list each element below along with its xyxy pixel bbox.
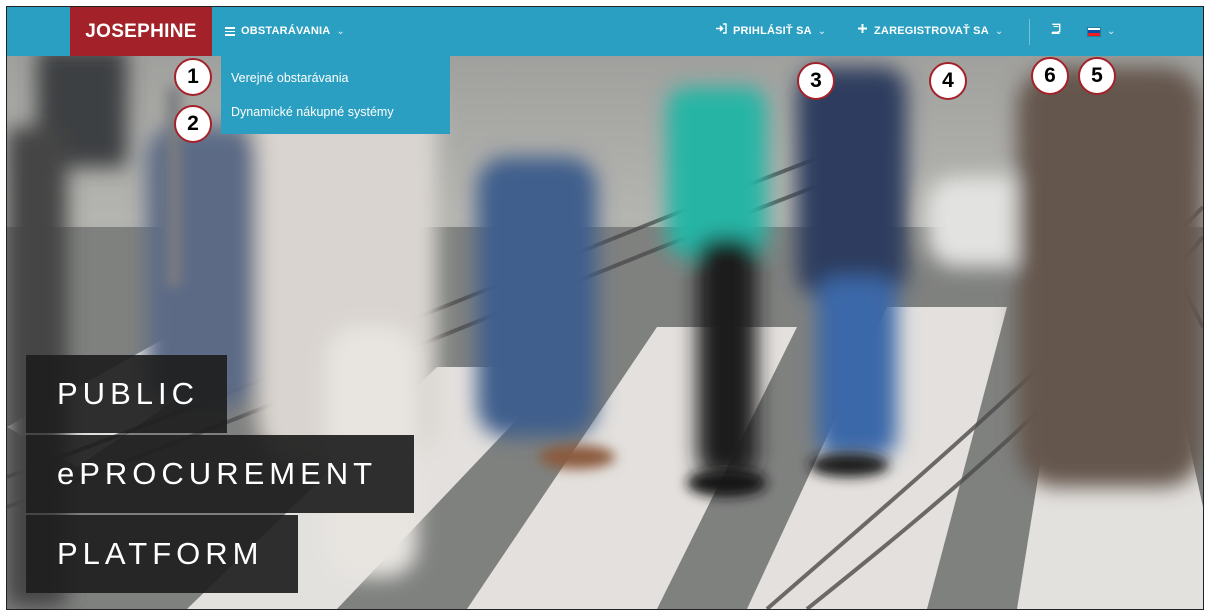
register-button[interactable]: ZAREGISTROVAŤ SA ⌄ [857, 7, 1003, 56]
hamburger-icon [225, 27, 235, 36]
callout-5: 5 [1078, 57, 1116, 95]
login-button[interactable]: PRIHLÁSIŤ SA ⌄ [715, 7, 826, 56]
slovak-flag-icon [1087, 26, 1101, 37]
nav-divider [1029, 19, 1030, 45]
chevron-down-icon: ⌄ [1107, 26, 1116, 37]
page-frame: JOSEPHINE OBSTARÁVANIA ⌄ PRIHLÁSIŤ SA ⌄ … [6, 6, 1204, 610]
procurements-menu-toggle[interactable]: OBSTARÁVANIA ⌄ [225, 7, 345, 56]
register-label: ZAREGISTROVAŤ SA [874, 25, 989, 37]
callout-6: 6 [1031, 57, 1069, 95]
procurements-menu-label: OBSTARÁVANIA [241, 25, 331, 37]
chevron-down-icon: ⌄ [994, 26, 1004, 37]
menu-item-public-procurements[interactable]: Verejné obstarávania [221, 65, 450, 99]
plus-icon [857, 7, 868, 56]
brand-logo[interactable]: JOSEPHINE [70, 7, 212, 56]
procurements-dropdown: Verejné obstarávania Dynamické nákupné s… [221, 56, 450, 134]
callout-3: 3 [797, 62, 835, 100]
hero-line-public: PUBLIC [26, 355, 227, 433]
callout-2: 2 [174, 105, 212, 143]
chevron-down-icon: ⌄ [817, 26, 827, 37]
book-icon [1050, 7, 1061, 56]
callout-4: 4 [929, 62, 967, 100]
menu-item-dynamic-purchasing-systems[interactable]: Dynamické nákupné systémy [221, 99, 450, 133]
sign-in-icon [715, 7, 727, 56]
documentation-button[interactable] [1050, 7, 1061, 56]
top-navbar: JOSEPHINE OBSTARÁVANIA ⌄ PRIHLÁSIŤ SA ⌄ … [7, 7, 1203, 56]
hero-line-platform: PLATFORM [26, 515, 298, 593]
hero-line-eprocurement: ePROCUREMENT [26, 435, 414, 513]
login-label: PRIHLÁSIŤ SA [733, 25, 812, 37]
chevron-down-icon: ⌄ [336, 26, 345, 37]
callout-1: 1 [174, 58, 212, 96]
language-selector[interactable]: ⌄ [1087, 7, 1116, 56]
